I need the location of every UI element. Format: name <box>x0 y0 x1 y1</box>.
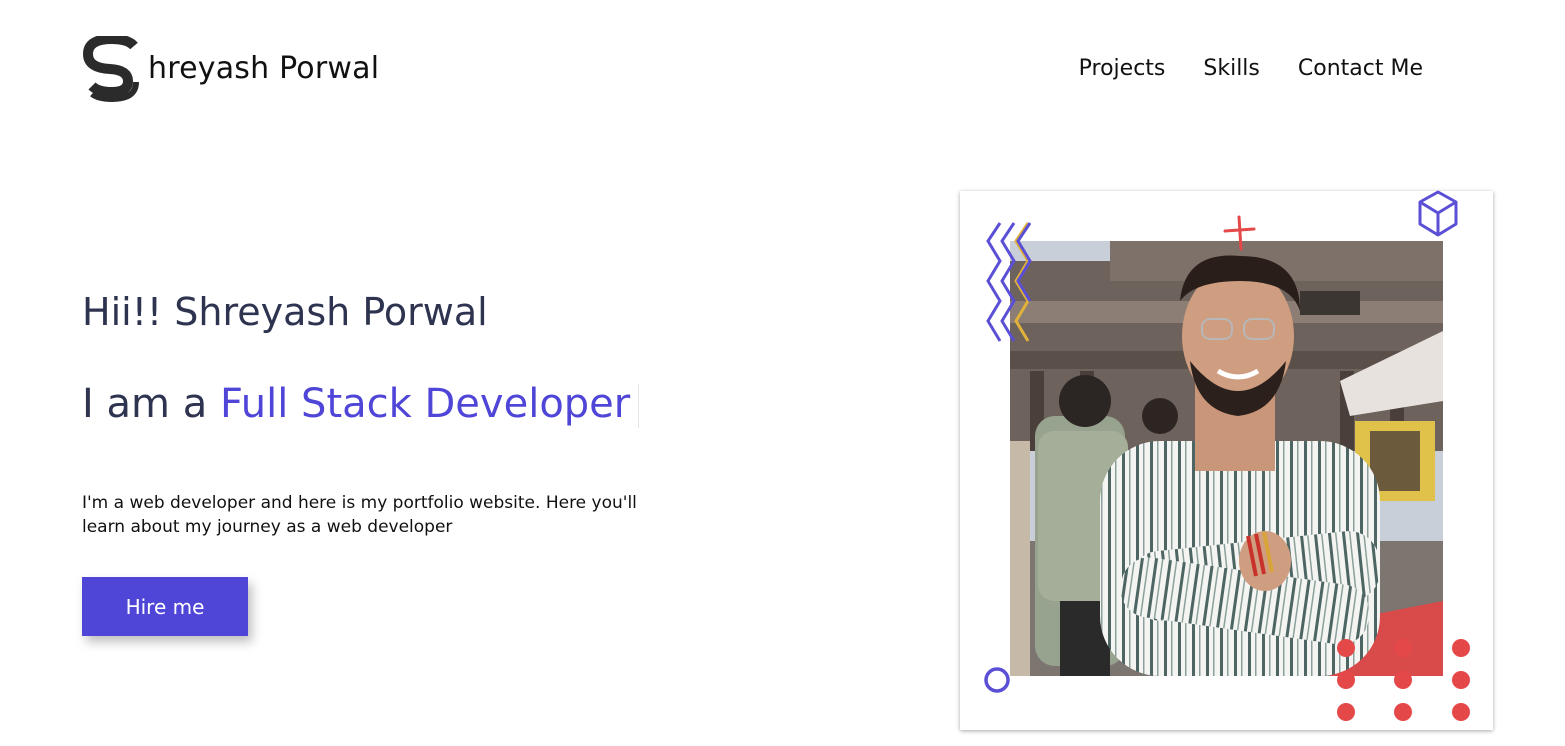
profile-photo-card <box>960 190 1493 730</box>
plus-decoration <box>1223 215 1256 251</box>
typing-cursor <box>638 384 640 428</box>
nav-link-skills[interactable]: Skills <box>1203 58 1260 80</box>
nav-link-contact[interactable]: Contact Me <box>1298 58 1423 80</box>
role-prefix: I am a <box>82 381 220 427</box>
dots-decoration <box>1337 639 1470 721</box>
nav-link-projects[interactable]: Projects <box>1079 58 1166 80</box>
hero-intro: I'm a web developer and here is my portf… <box>82 493 637 537</box>
zigzag-decoration <box>986 222 1032 342</box>
hero-role-line: I am a Full Stack Developer <box>82 381 640 428</box>
hero-greeting: Hii!! Shreyash Porwal <box>82 290 488 334</box>
cube-icon <box>1418 190 1458 237</box>
s-monogram-icon <box>82 36 139 102</box>
brand-name: hreyash Porwal <box>148 51 380 86</box>
portfolio-page: hreyash Porwal Projects Skills Contact M… <box>0 0 1565 746</box>
role-typed-text: Full Stack Developer <box>219 381 631 427</box>
profile-photo <box>1010 241 1443 676</box>
main-nav: Projects Skills Contact Me <box>1079 58 1423 80</box>
hire-me-button[interactable]: Hire me <box>82 577 248 636</box>
circle-decoration <box>984 667 1010 693</box>
brand-logo-link[interactable]: hreyash Porwal <box>82 36 379 102</box>
